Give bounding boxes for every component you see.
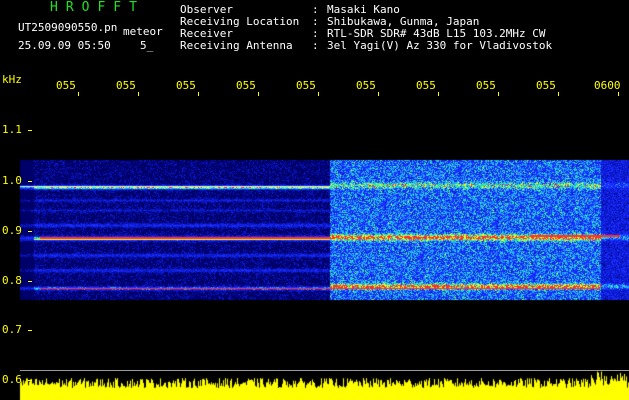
frequency-tick-label: 0.8 xyxy=(2,274,22,287)
frequency-tick-label: 1.0 xyxy=(2,174,22,187)
time-tick-label: 055 xyxy=(236,79,256,92)
frequency-unit-label: kHz xyxy=(2,73,22,86)
time-tick-label: 0600 xyxy=(594,79,621,92)
antenna-label: Receiving Antenna xyxy=(180,39,293,52)
frequency-tick-label: 1.1 xyxy=(2,123,22,136)
spectrogram-canvas xyxy=(0,0,629,400)
time-tick-mark xyxy=(558,92,559,96)
time-tick-mark xyxy=(498,92,499,96)
time-tick-label: 055 xyxy=(116,79,136,92)
time-tick-mark xyxy=(198,92,199,96)
time-tick-mark xyxy=(378,92,379,96)
time-tick-mark xyxy=(318,92,319,96)
separator: : xyxy=(312,39,319,52)
time-tick-mark xyxy=(438,92,439,96)
frequency-tick-mark xyxy=(28,330,32,331)
spectrogram-screen: HROFFT UT2509090550.pn meteor 25.09.09 0… xyxy=(0,0,629,400)
time-tick-label: 055 xyxy=(56,79,76,92)
time-tick-label: 055 xyxy=(416,79,436,92)
frequency-tick-label: 0.7 xyxy=(2,323,22,336)
antenna-value: 3el Yagi(V) Az 330 for Vladivostok xyxy=(327,39,553,52)
file-name: UT2509090550.pn xyxy=(18,21,118,34)
baseline-line xyxy=(20,370,629,371)
time-tick-label: 055 xyxy=(476,79,496,92)
time-tick-label: 055 xyxy=(296,79,316,92)
frequency-tick-label: 0.6 xyxy=(2,373,22,386)
time-tick-mark xyxy=(618,92,619,96)
app-title: HROFFT xyxy=(50,0,145,15)
frequency-tick-mark xyxy=(28,281,32,282)
frequency-tick-mark xyxy=(28,130,32,131)
mode-label: meteor xyxy=(123,25,163,38)
time-tick-label: 055 xyxy=(536,79,556,92)
time-tick-label: 055 xyxy=(356,79,376,92)
time-tick-mark xyxy=(78,92,79,96)
timestamp: 25.09.09 05:50 xyxy=(18,39,111,52)
frequency-tick-mark xyxy=(28,181,32,182)
frequency-tick-label: 0.9 xyxy=(2,224,22,237)
time-tick-mark xyxy=(138,92,139,96)
time-tick-label: 055 xyxy=(176,79,196,92)
time-tick-mark xyxy=(258,92,259,96)
timestamp-suffix: 5_ xyxy=(140,39,154,52)
frequency-tick-mark xyxy=(28,380,32,381)
frequency-tick-mark xyxy=(28,231,32,232)
